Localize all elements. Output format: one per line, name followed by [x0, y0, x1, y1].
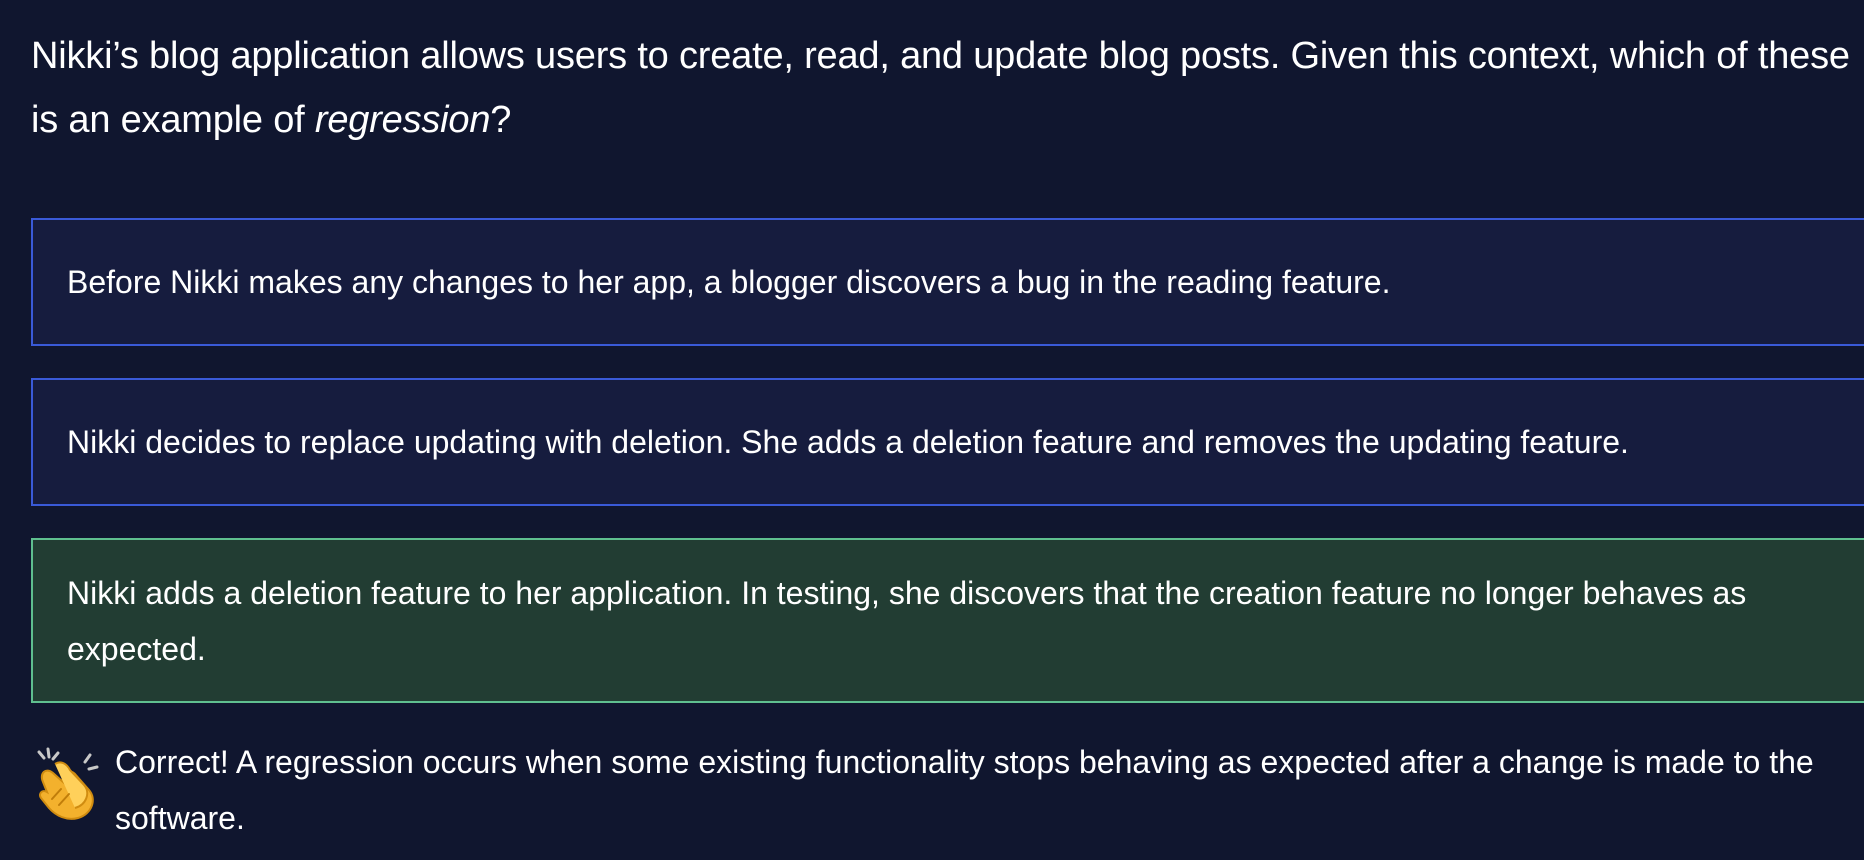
question-text-end: ? — [490, 99, 512, 141]
answer-option-2[interactable]: Nikki decides to replace updating with d… — [31, 378, 1864, 506]
clapping-hands-icon — [37, 747, 99, 820]
answer-option-3-correct[interactable]: Nikki adds a deletion feature to her app… — [31, 538, 1864, 703]
feedback-text: Correct! A regression occurs when some e… — [115, 744, 1814, 836]
answer-option-2-label: Nikki decides to replace updating with d… — [67, 424, 1629, 460]
answer-option-3-label: Nikki adds a deletion feature to her app… — [67, 574, 1747, 667]
question-emphasis: regression — [314, 99, 491, 141]
answer-option-1-label: Before Nikki makes any changes to her ap… — [67, 264, 1391, 300]
feedback-message: Correct! A regression occurs when some e… — [31, 734, 1851, 846]
question-text-main: Nikki’s blog application allows users to… — [31, 35, 1850, 141]
question-text: Nikki’s blog application allows users to… — [31, 24, 1851, 152]
answer-option-1[interactable]: Before Nikki makes any changes to her ap… — [31, 218, 1864, 346]
